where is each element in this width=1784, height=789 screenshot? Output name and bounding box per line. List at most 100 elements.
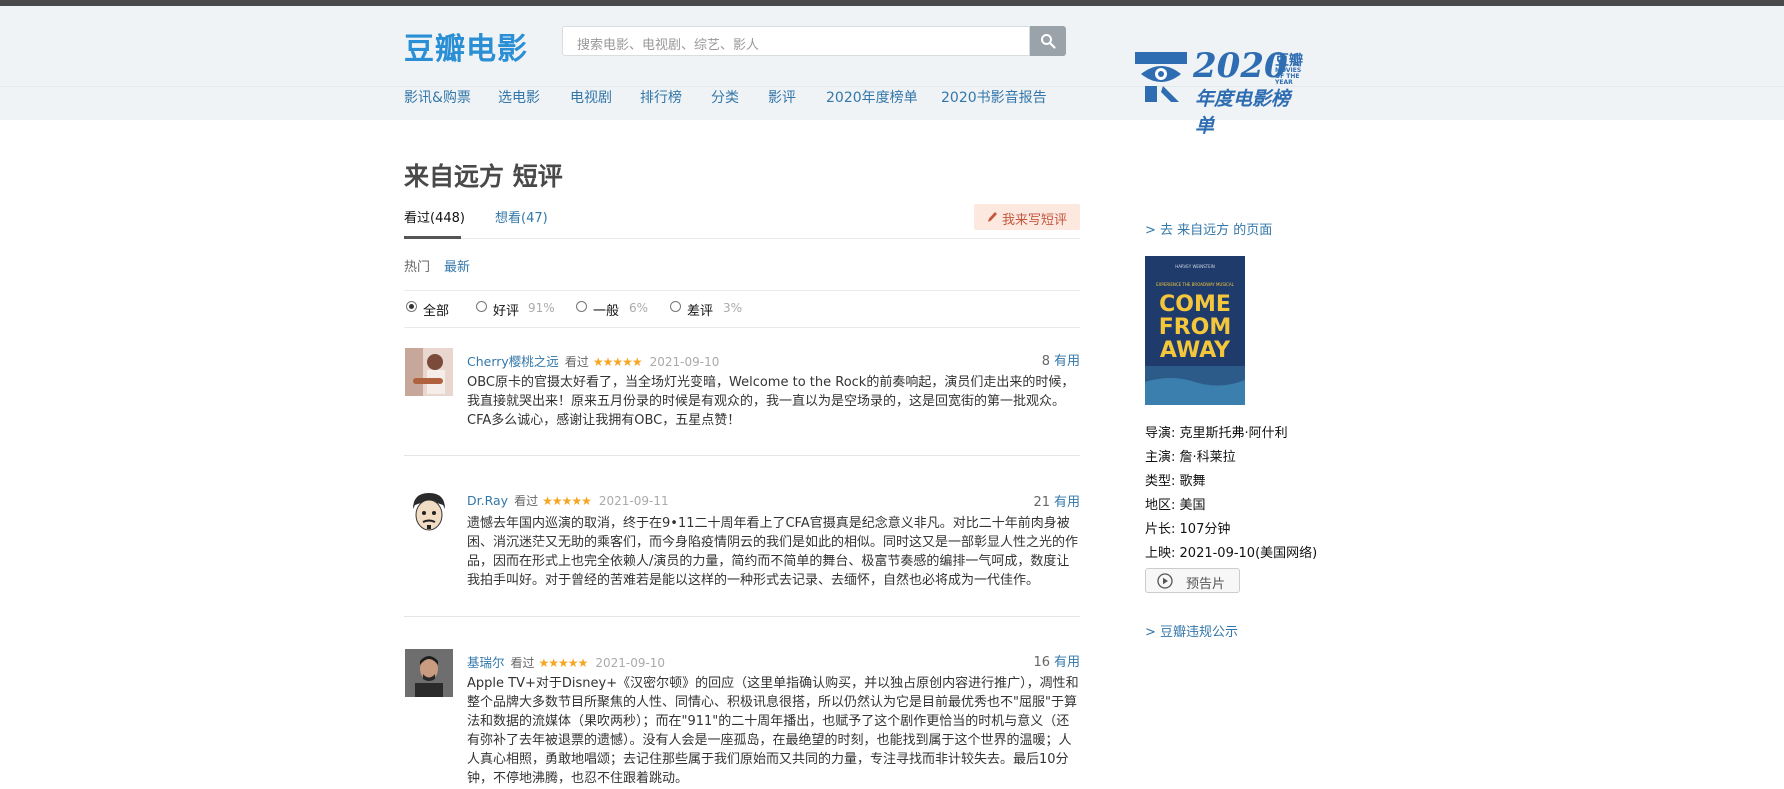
review-divider (404, 616, 1080, 617)
info-key: 类型: (1145, 474, 1176, 489)
vote-count: 8 (1041, 354, 1050, 369)
tab-watched[interactable]: 看过(448) (404, 207, 465, 226)
radio-icon (576, 301, 587, 312)
avatar[interactable] (405, 348, 453, 396)
info-runtime: 片长: 107分钟 (1145, 518, 1230, 537)
review-meta: Dr.Ray 看过 ★★★★★ 2021-09-11 (467, 492, 669, 509)
watch-status: 看过 (510, 656, 535, 670)
avatar[interactable] (405, 649, 453, 697)
useful-button[interactable]: 有用 (1054, 354, 1080, 369)
search-input[interactable]: 搜索电影、电视剧、综艺、影人 (562, 26, 1030, 56)
play-icon (1157, 573, 1173, 589)
info-value: 歌舞 (1179, 474, 1206, 489)
vote-area: 8 有用 (1042, 350, 1080, 369)
nav-item-reviews[interactable]: 影评 (768, 87, 796, 107)
sort-divider (404, 290, 1080, 291)
filter-label: 差评 (687, 304, 714, 319)
sort-latest[interactable]: 最新 (444, 256, 470, 275)
filter-percent: 6% (629, 301, 649, 315)
tab-wish[interactable]: 想看(47) (495, 207, 548, 226)
vote-area: 21 有用 (1033, 491, 1080, 510)
trailer-label: 预告片 (1186, 577, 1226, 592)
nav-item-explore[interactable]: 选电影 (498, 87, 540, 107)
site-header: 豆瓣电影 搜索电影、电视剧、综艺、影人 影讯&购票 选电影 电视剧 排行榜 分类… (0, 6, 1784, 137)
filter-label: 一般 (593, 304, 620, 319)
nav-item-2020-list[interactable]: 2020年度榜单 (826, 87, 918, 107)
review-divider (404, 455, 1080, 456)
review-username[interactable]: Dr.Ray (467, 493, 508, 508)
info-key: 主演: (1145, 450, 1176, 465)
pencil-icon (988, 212, 997, 222)
review-meta: 基瑞尔 看过 ★★★★★ 2021-09-10 (467, 652, 665, 671)
filter-percent: 3% (723, 301, 743, 315)
rating-stars-icon: ★★★★★ (592, 355, 643, 369)
filter-neutral[interactable]: 一般 6% (576, 300, 656, 319)
poster-title-line: COME (1159, 292, 1231, 317)
info-region: 地区: 美国 (1145, 494, 1206, 513)
review-date: 2021-09-11 (598, 494, 669, 508)
nav-item-charts[interactable]: 排行榜 (640, 87, 682, 107)
review-meta: Cherry樱桃之远 看过 ★★★★★ 2021-09-10 (467, 351, 719, 370)
radio-checked-icon (406, 301, 417, 312)
info-value: 詹·科莱拉 (1179, 450, 1236, 465)
poster-title-line: FROM (1159, 315, 1232, 340)
useful-button[interactable]: 有用 (1054, 655, 1080, 670)
info-release: 上映: 2021-09-10(美国网络) (1145, 542, 1317, 561)
filter-positive[interactable]: 好评 91% (476, 300, 566, 319)
vote-count: 16 (1033, 655, 1050, 670)
badge-year: 2020 (1193, 46, 1288, 86)
movie-poster[interactable]: HARVEY WEINSTEIN EXPERIENCE THE BROADWAY… (1145, 256, 1245, 405)
trailer-button[interactable]: 预告片 (1145, 568, 1240, 593)
watch-status: 看过 (514, 494, 539, 508)
search-button[interactable] (1030, 26, 1066, 56)
info-key: 上映: (1145, 546, 1176, 561)
info-value: 2021-09-10(美国网络) (1179, 546, 1318, 561)
review-username[interactable]: Cherry樱桃之远 (467, 354, 559, 369)
watch-status: 看过 (564, 355, 589, 369)
nav-item-tickets[interactable]: 影讯&购票 (404, 87, 471, 107)
info-key: 导演: (1145, 426, 1176, 441)
tabs-baseline (404, 238, 1080, 239)
info-value: 美国 (1179, 498, 1206, 513)
nav-item-tv[interactable]: 电视剧 (570, 87, 612, 107)
useful-button[interactable]: 有用 (1054, 495, 1080, 510)
info-cast: 主演: 詹·科莱拉 (1145, 446, 1236, 465)
filter-all[interactable]: 全部 (406, 300, 466, 319)
rating-stars-icon: ★★★★★ (542, 494, 592, 508)
nav-item-categories[interactable]: 分类 (711, 87, 739, 107)
info-value: 107分钟 (1179, 522, 1231, 537)
info-key: 地区: (1145, 498, 1176, 513)
poster-top-text: HARVEY WEINSTEIN (1175, 264, 1215, 269)
review-username[interactable]: 基瑞尔 (467, 655, 505, 670)
filter-negative[interactable]: 差评 3% (670, 300, 750, 319)
radio-icon (476, 301, 487, 312)
avatar[interactable] (405, 489, 453, 537)
douban-movie-logo[interactable]: 豆瓣电影 (404, 24, 528, 68)
sort-hot[interactable]: 热门 (404, 256, 430, 275)
violation-notice-link[interactable]: > 豆瓣违规公示 (1145, 621, 1238, 640)
write-review-button[interactable]: 我来写短评 (974, 204, 1080, 230)
radio-icon (670, 301, 681, 312)
movie-page-link[interactable]: > 去 来自远方 的页面 (1145, 219, 1272, 238)
filter-label: 好评 (493, 304, 520, 319)
info-value: 克里斯托弗·阿什利 (1179, 426, 1288, 441)
review-text: OBC原卡的官摄太好看了，当全场灯光变暗，Welcome to the Rock… (467, 375, 1075, 428)
review-date: 2021-09-10 (649, 355, 720, 369)
search-icon (1041, 34, 1056, 49)
active-tab-indicator (404, 236, 461, 239)
filter-divider (404, 327, 1080, 328)
page-title: 来自远方 短评 (404, 162, 563, 191)
poster-title-line: AWAY (1160, 338, 1231, 363)
info-director: 导演: 克里斯托弗·阿什利 (1145, 422, 1288, 441)
write-review-label: 我来写短评 (1002, 213, 1068, 228)
review-date: 2021-09-10 (595, 656, 666, 670)
douban-eye-logo-icon (1135, 52, 1187, 102)
filter-label: 全部 (423, 304, 450, 319)
search-placeholder: 搜索电影、电视剧、综艺、影人 (577, 38, 760, 53)
annual-list-badge[interactable]: 2020 豆瓣 MOVIES OF THE YEAR 年度电影榜单 (1133, 46, 1303, 137)
vote-area: 16 有用 (1033, 651, 1080, 670)
nav-item-2020-report[interactable]: 2020书影音报告 (941, 87, 1047, 107)
filter-percent: 91% (528, 301, 555, 315)
poster-tagline: EXPERIENCE THE BROADWAY MUSICAL (1156, 282, 1234, 287)
review-text: 遗憾去年国内巡演的取消，终于在9•11二十周年看上了CFA官摄真是纪念意义非凡。… (467, 516, 1079, 588)
